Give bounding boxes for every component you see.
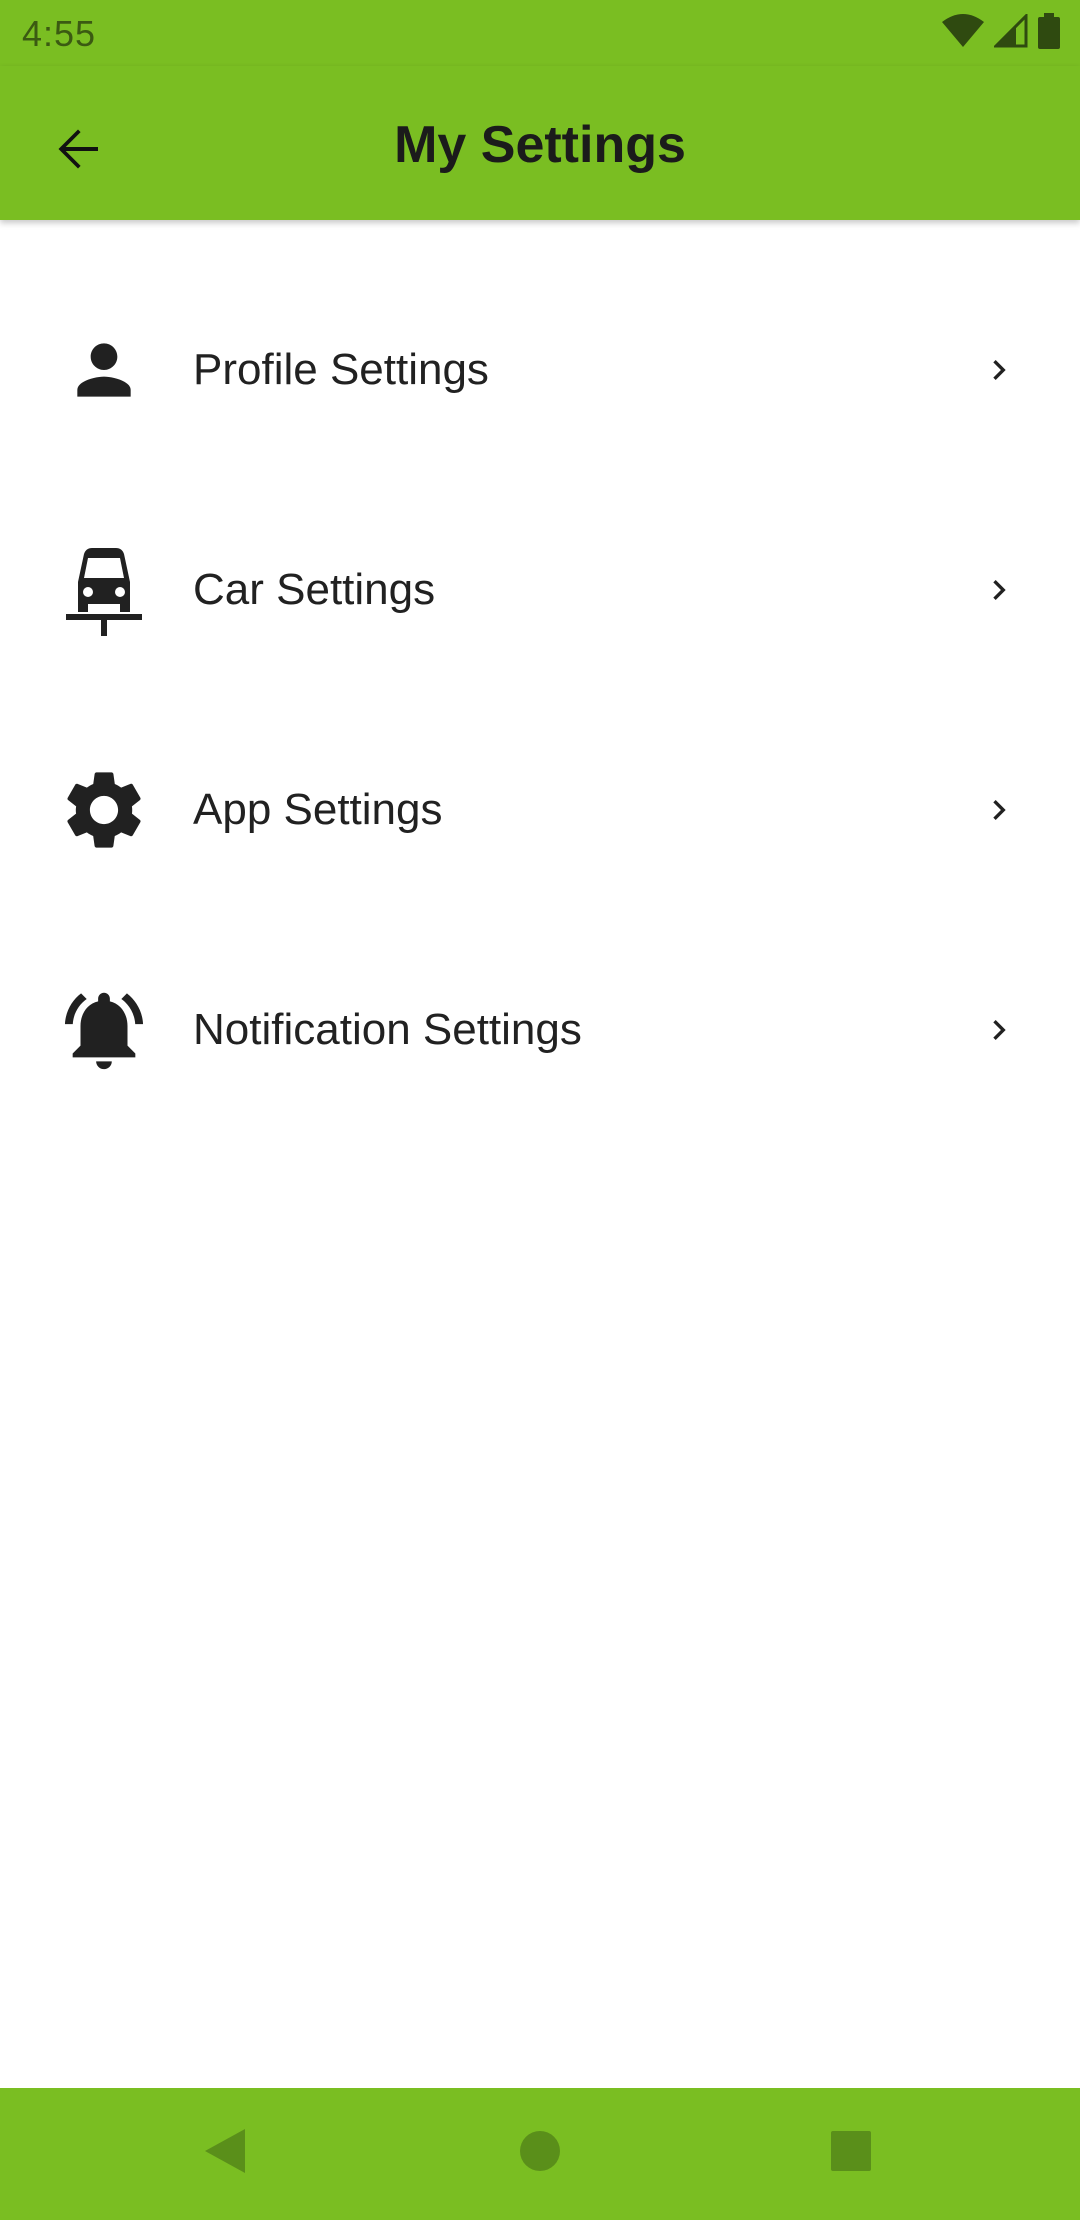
home-circle-icon [518, 2129, 562, 2178]
app-bar: My Settings [0, 66, 1080, 220]
chevron-right-icon [975, 1006, 1023, 1054]
chevron-right-icon [975, 346, 1023, 394]
list-item-label: App Settings [193, 785, 443, 834]
page-title: My Settings [394, 116, 686, 174]
recents-square-icon [829, 2129, 873, 2178]
car-icon [52, 542, 156, 638]
status-icons [942, 11, 1060, 54]
wifi-icon [942, 13, 984, 53]
settings-list: Profile Settings Car Settings App Settin… [0, 220, 1080, 1140]
nav-back-button[interactable] [180, 2108, 270, 2198]
list-item-profile-settings[interactable]: Profile Settings [0, 260, 1080, 480]
list-item-notification-settings[interactable]: Notification Settings [0, 920, 1080, 1140]
nav-home-button[interactable] [495, 2108, 585, 2198]
bell-ringing-icon [52, 982, 156, 1078]
list-item-car-settings[interactable]: Car Settings [0, 480, 1080, 700]
nav-recents-button[interactable] [806, 2108, 896, 2198]
back-triangle-icon [203, 2127, 247, 2180]
status-bar: 4:55 [0, 0, 1080, 66]
gear-icon [52, 762, 156, 858]
battery-icon [1038, 12, 1060, 54]
list-item-label: Profile Settings [193, 345, 489, 394]
list-item-label: Notification Settings [193, 1005, 582, 1054]
status-time: 4:55 [22, 13, 97, 54]
chevron-right-icon [975, 566, 1023, 614]
system-nav-bar [0, 2088, 1080, 2220]
chevron-right-icon [975, 786, 1023, 834]
signal-icon [992, 11, 1028, 53]
person-icon [52, 322, 156, 418]
list-item-app-settings[interactable]: App Settings [0, 700, 1080, 920]
list-item-label: Car Settings [193, 565, 436, 614]
